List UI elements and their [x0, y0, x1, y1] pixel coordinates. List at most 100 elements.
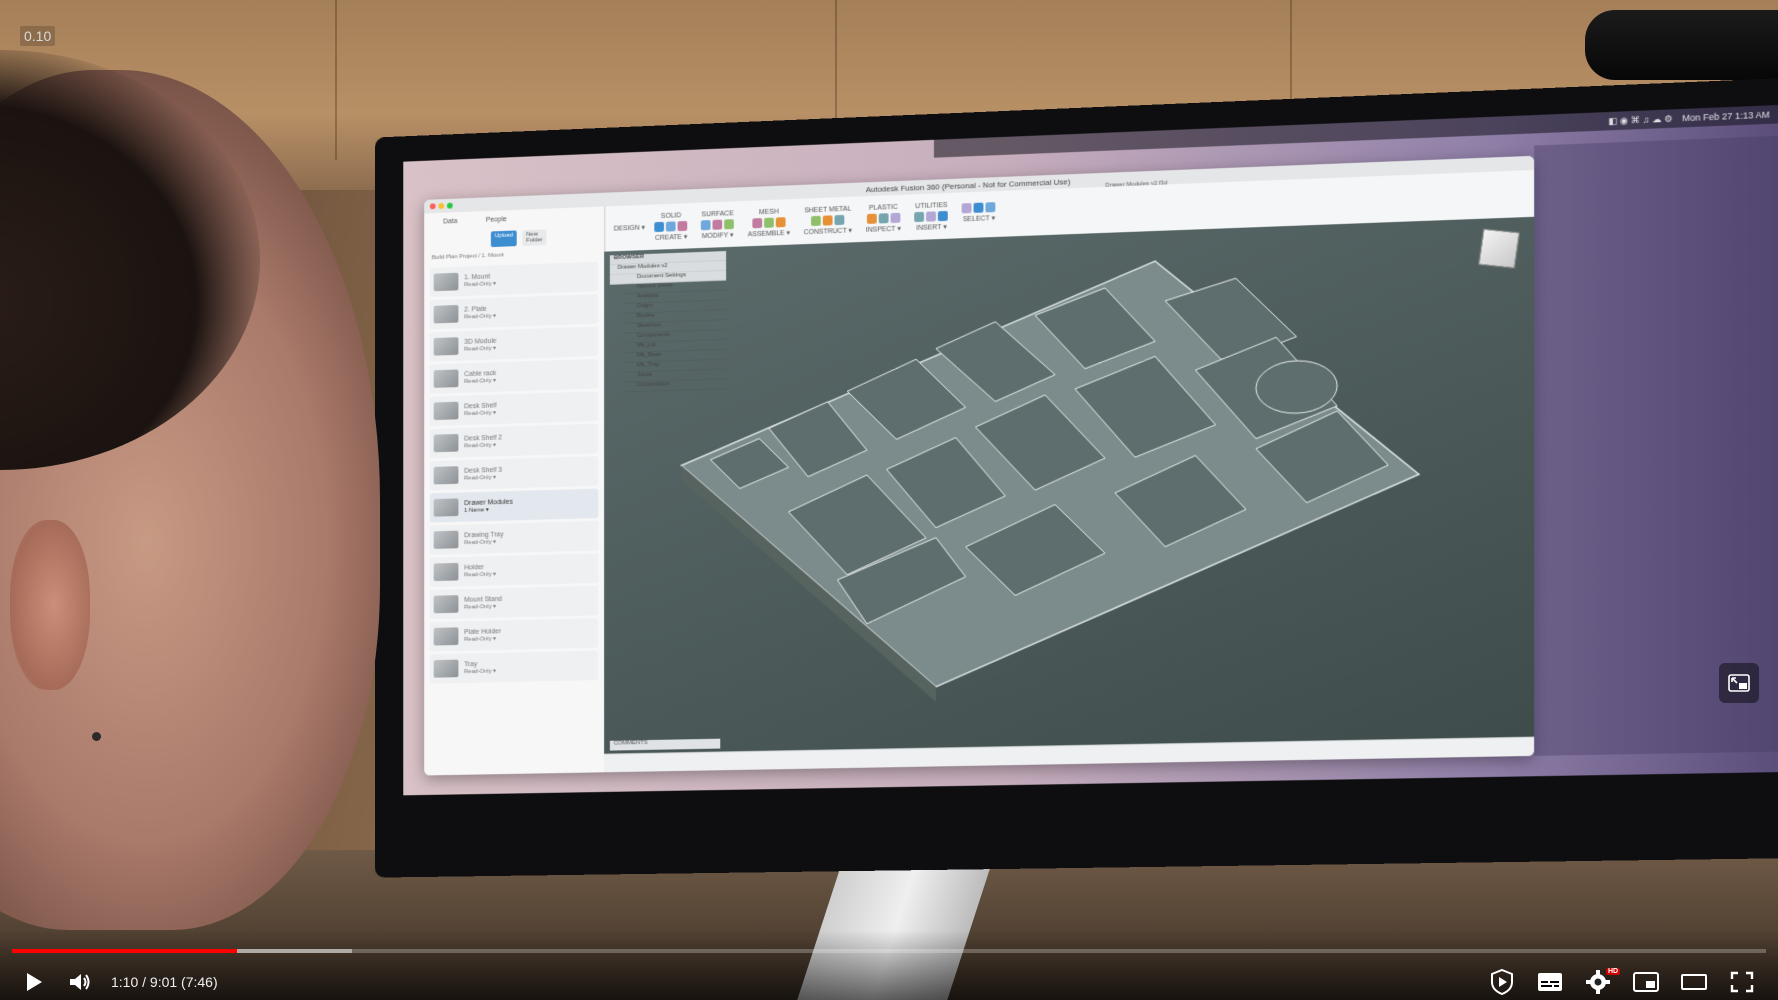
item-status[interactable]: Read-Only ▾: [464, 668, 496, 676]
data-panel-item[interactable]: Holder Read-Only ▾: [429, 553, 599, 588]
toolbar-group-label[interactable]: INSPECT ▾: [866, 224, 901, 233]
volume-icon[interactable]: [64, 966, 96, 998]
fullscreen-icon[interactable]: [1726, 966, 1758, 998]
item-status[interactable]: Read-Only ▾: [464, 603, 502, 611]
toolbar-tab[interactable]: MESH: [759, 208, 779, 216]
data-panel-item[interactable]: Desk Shelf 2 Read-Only ▾: [429, 423, 599, 459]
tool-icon[interactable]: [712, 219, 723, 230]
video-controls: 1:10 / 9:01 (7:46) HD: [0, 930, 1778, 1000]
toolbar-group-label[interactable]: SELECT ▾: [963, 214, 995, 223]
toolbar-group-label[interactable]: MODIFY ▾: [702, 231, 734, 239]
miniplayer-icon[interactable]: [1630, 966, 1662, 998]
design-thumbnail: [433, 562, 459, 582]
tab-data[interactable]: Data: [443, 218, 457, 225]
tool-icon[interactable]: [654, 221, 665, 232]
zoom-window-button[interactable]: [447, 202, 453, 209]
theater-mode-icon[interactable]: [1678, 966, 1710, 998]
upload-button[interactable]: Upload: [490, 230, 517, 248]
comments-panel[interactable]: COMMENTS: [609, 738, 721, 751]
drawer-modules-model: [643, 230, 1440, 707]
data-panel-item[interactable]: 3D Module Read-Only ▾: [429, 326, 599, 362]
item-status[interactable]: Read-Only ▾: [464, 377, 496, 385]
toolbar-group: SURFACE MODIFY ▾: [701, 210, 735, 240]
tool-icon[interactable]: [822, 214, 833, 226]
fusion360-window: Autodesk Fusion 360 (Personal - Not for …: [424, 155, 1535, 776]
item-status[interactable]: Read-Only ▾: [464, 409, 496, 417]
item-status[interactable]: Read-Only ▾: [464, 474, 502, 482]
3d-viewport[interactable]: BROWSER Drawer Modules v2 Document Setti…: [604, 216, 1535, 755]
tool-icon[interactable]: [890, 212, 901, 223]
shield-play-icon[interactable]: [1486, 966, 1518, 998]
webcam: [1585, 10, 1778, 80]
tool-icons: [962, 201, 996, 213]
toolbar-group-label[interactable]: INSERT ▾: [916, 222, 947, 231]
tool-icon[interactable]: [775, 216, 786, 227]
tool-icon[interactable]: [811, 215, 821, 226]
picture-in-picture-icon[interactable]: [1719, 663, 1759, 703]
data-panel-item[interactable]: Mount Stand Read-Only ▾: [429, 585, 599, 620]
tool-icon[interactable]: [724, 218, 735, 229]
data-panel-item[interactable]: 2. Plate Read-Only ▾: [429, 294, 599, 330]
item-status[interactable]: Read-Only ▾: [464, 312, 496, 320]
item-text: 2. Plate Read-Only ▾: [464, 306, 496, 320]
data-panel-item[interactable]: 1. Mount Read-Only ▾: [429, 261, 599, 298]
data-panel-item[interactable]: Cable rack Read-Only ▾: [429, 358, 599, 394]
design-thumbnail: [433, 659, 459, 678]
toolbar-tab[interactable]: SURFACE: [702, 210, 734, 218]
toolbar-tab[interactable]: SOLID: [661, 212, 681, 220]
data-panel-item[interactable]: Plate Holder Read-Only ▾: [429, 618, 599, 652]
item-status[interactable]: Read-Only ▾: [464, 345, 496, 353]
theater-glyph: [1681, 974, 1707, 990]
toolbar-group-label[interactable]: CREATE ▾: [655, 232, 687, 241]
play-icon[interactable]: [18, 966, 50, 998]
tool-icon[interactable]: [962, 202, 972, 213]
toolbar-tab[interactable]: SHEET METAL: [804, 205, 851, 214]
tool-icon[interactable]: [973, 202, 984, 213]
toolbar-group-label[interactable]: ASSEMBLE ▾: [748, 228, 790, 238]
tool-icons: [654, 220, 688, 232]
toolbar-tab[interactable]: UTILITIES: [915, 201, 947, 209]
new-folder-button[interactable]: New Folder: [522, 229, 547, 246]
data-panel-item[interactable]: Desk Shelf Read-Only ▾: [429, 391, 599, 427]
tool-icon[interactable]: [701, 219, 711, 230]
data-panel-item[interactable]: Drawing Tray Read-Only ▾: [429, 520, 599, 555]
data-panel-item[interactable]: Tray Read-Only ▾: [429, 650, 599, 684]
toolbar-group-label[interactable]: CONSTRUCT ▾: [804, 226, 852, 236]
earring: [92, 732, 101, 741]
toolbar-group: PLASTIC INSPECT ▾: [866, 203, 901, 233]
item-status[interactable]: Read-Only ▾: [464, 280, 496, 288]
toolbar-group: SHEET METAL CONSTRUCT ▾: [804, 205, 852, 236]
tool-icon[interactable]: [914, 211, 925, 222]
minimize-window-button[interactable]: [438, 202, 445, 210]
data-panel-item[interactable]: Desk Shelf 3 Read-Only ▾: [429, 456, 599, 491]
tab-people[interactable]: People: [486, 216, 507, 224]
item-status[interactable]: Read-Only ▾: [464, 635, 501, 643]
tool-icon[interactable]: [878, 212, 889, 224]
tool-icon[interactable]: [752, 217, 763, 228]
item-status[interactable]: Read-Only ▾: [464, 571, 496, 579]
tool-icon[interactable]: [866, 213, 877, 224]
item-status[interactable]: Read-Only ▾: [464, 441, 502, 450]
toolbar-tab[interactable]: PLASTIC: [869, 203, 898, 211]
tool-icon[interactable]: [666, 220, 676, 232]
tool-icon[interactable]: [926, 210, 937, 222]
item-status[interactable]: 1 Name ▾: [464, 506, 513, 514]
design-thumbnail: [433, 401, 459, 421]
tool-icon[interactable]: [985, 201, 996, 212]
wall-seam: [335, 0, 337, 160]
tool-icon[interactable]: [938, 210, 949, 221]
subtitles-icon[interactable]: [1534, 966, 1566, 998]
tool-icon[interactable]: [763, 217, 774, 228]
person-hair: [0, 50, 260, 470]
item-status[interactable]: Read-Only ▾: [464, 538, 503, 546]
progress-bar[interactable]: [12, 949, 1766, 953]
video-frame[interactable]: ◧ ◉ ⌘ ♫ ☁ ⚙ Mon Feb 27 1:13 AM Autodesk …: [0, 0, 1778, 1000]
design-thumbnail: [433, 498, 459, 517]
workspace-dropdown[interactable]: DESIGN ▾: [614, 224, 645, 233]
data-panel-item[interactable]: Drawer Modules 1 Name ▾: [429, 488, 599, 523]
close-window-button[interactable]: [429, 203, 436, 210]
tool-icon[interactable]: [834, 214, 845, 225]
tool-icon[interactable]: [677, 220, 688, 231]
viewcube[interactable]: [1478, 228, 1521, 269]
menubar-date: Mon Feb 27 1:13 AM: [1682, 109, 1770, 124]
